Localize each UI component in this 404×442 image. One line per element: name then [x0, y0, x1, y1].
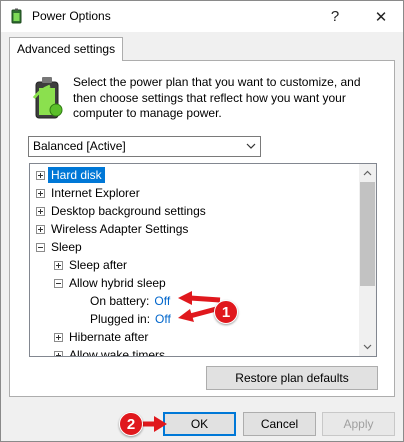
description-text: Select the power plan that you want to c… — [73, 75, 361, 120]
scrollbar-thumb[interactable] — [360, 182, 375, 286]
scroll-up-icon[interactable] — [363, 170, 372, 176]
title-bar[interactable]: Power Options ? ✕ — [1, 1, 403, 32]
expand-icon[interactable] — [54, 350, 63, 356]
close-button[interactable]: ✕ — [358, 1, 404, 32]
collapse-icon[interactable] — [54, 278, 63, 288]
restore-plan-defaults-button[interactable]: Restore plan defaults — [206, 366, 378, 390]
settings-tree: Hard disk Internet Explorer Desktop back… — [29, 163, 377, 357]
tree-item-label: Hibernate after — [69, 330, 149, 344]
tree-item-label: Sleep after — [69, 258, 128, 272]
expand-icon[interactable] — [54, 332, 63, 342]
setting-value-link[interactable]: Off — [154, 294, 170, 308]
tree-item-on-battery[interactable]: On battery: Off — [90, 292, 170, 310]
apply-button[interactable]: Apply — [322, 412, 395, 436]
tree-item-wireless-adapter[interactable]: Wireless Adapter Settings — [36, 220, 188, 238]
tree-item-hard-disk[interactable]: Hard disk — [36, 166, 105, 184]
setting-value-link[interactable]: Off — [155, 312, 171, 326]
tree-item-label: Allow hybrid sleep — [69, 276, 166, 290]
tree-scrollbar[interactable] — [359, 164, 376, 356]
setting-label: Plugged in: — [90, 312, 151, 326]
cancel-button[interactable]: Cancel — [243, 412, 316, 436]
close-icon: ✕ — [374, 8, 388, 26]
battery-plan-icon — [32, 77, 63, 119]
expand-icon[interactable] — [36, 206, 45, 216]
tree-item-hibernate-after[interactable]: Hibernate after — [54, 328, 148, 346]
callout-arrow-2 — [141, 416, 167, 432]
help-icon: ? — [330, 8, 340, 25]
window-title: Power Options — [32, 9, 111, 23]
tree-item-plugged-in[interactable]: Plugged in: Off — [90, 310, 171, 328]
tree-item-label: Desktop background settings — [51, 204, 206, 218]
callout-badge-1: 1 — [214, 300, 238, 324]
tab-advanced-settings[interactable]: Advanced settings — [9, 37, 124, 61]
chevron-down-icon — [246, 143, 256, 149]
power-options-icon — [11, 8, 22, 24]
tree-item-desktop-background[interactable]: Desktop background settings — [36, 202, 206, 220]
scroll-down-icon[interactable] — [363, 344, 372, 350]
tree-item-label: Hard disk — [48, 167, 105, 183]
power-plan-value: Balanced [Active] — [33, 139, 126, 153]
power-plan-select[interactable]: Balanced [Active] — [28, 136, 261, 157]
tree-item-sleep[interactable]: Sleep — [36, 238, 82, 256]
tree-item-label: Internet Explorer — [51, 186, 140, 200]
expand-icon[interactable] — [36, 188, 45, 198]
tree-item-label: Sleep — [51, 240, 82, 254]
callout-badge-2: 2 — [119, 412, 143, 436]
power-options-window: Power Options ? ✕ Advanced settings Sele… — [0, 0, 404, 442]
expand-icon[interactable] — [36, 170, 45, 180]
tree-item-label: Allow wake timers — [69, 348, 166, 357]
expand-icon[interactable] — [54, 260, 63, 270]
help-button[interactable]: ? — [312, 1, 358, 32]
tree-item-allow-wake-timers[interactable]: Allow wake timers — [54, 346, 166, 357]
expand-icon[interactable] — [36, 224, 45, 234]
tree-item-label: Wireless Adapter Settings — [51, 222, 189, 236]
tree-item-allow-hybrid-sleep[interactable]: Allow hybrid sleep — [54, 274, 166, 292]
ok-button[interactable]: OK — [163, 412, 236, 436]
tree-item-internet-explorer[interactable]: Internet Explorer — [36, 184, 140, 202]
collapse-icon[interactable] — [36, 242, 45, 252]
tree-item-sleep-after[interactable]: Sleep after — [54, 256, 127, 274]
setting-label: On battery: — [90, 294, 150, 308]
